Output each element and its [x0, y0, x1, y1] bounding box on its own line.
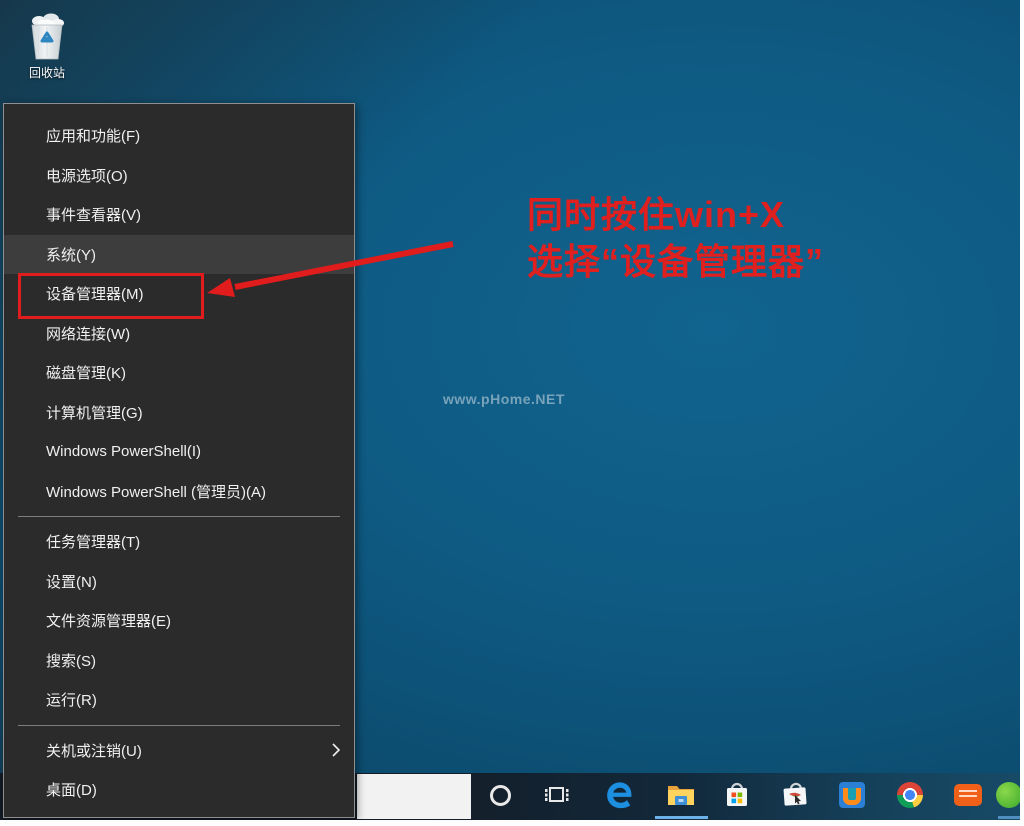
cortana-search-icon[interactable]	[484, 773, 516, 817]
menu-item-task-manager[interactable]: 任务管理器(T)	[4, 522, 354, 562]
menu-item-power-options[interactable]: 电源选项(O)	[4, 156, 354, 196]
recycle-bin-icon	[25, 12, 69, 62]
green-app-active-underline	[998, 816, 1020, 819]
menu-item-computer-management[interactable]: 计算机管理(G)	[4, 393, 354, 433]
task-view-icon[interactable]	[541, 773, 573, 817]
menu-item-desktop[interactable]: 桌面(D)	[4, 770, 354, 810]
file-explorer-icon[interactable]	[665, 773, 697, 817]
menu-item-disk-management[interactable]: 磁盘管理(K)	[4, 353, 354, 393]
orange-media-app-icon[interactable]	[952, 773, 984, 817]
annotation-line1: 同时按住win+X	[527, 191, 824, 238]
menu-item-windows-powershell[interactable]: Windows PowerShell(I)	[4, 432, 354, 472]
taskbar-search-input[interactable]	[357, 774, 471, 819]
green-app-icon[interactable]	[993, 773, 1020, 817]
winx-context-menu: 应用和功能(F)电源选项(O)事件查看器(V)系统(Y)设备管理器(M)网络连接…	[3, 103, 355, 818]
menu-item-run[interactable]: 运行(R)	[4, 680, 354, 720]
menu-separator	[18, 516, 340, 517]
menu-item-search[interactable]: 搜索(S)	[4, 641, 354, 681]
app-store-bag-icon[interactable]	[779, 773, 811, 817]
menu-item-apps-and-features[interactable]: 应用和功能(F)	[4, 116, 354, 156]
edge-browser-icon[interactable]	[603, 773, 635, 817]
recycle-bin[interactable]: 回收站	[16, 12, 78, 81]
menu-item-settings[interactable]: 设置(N)	[4, 562, 354, 602]
desktop: 回收站 应用和功能(F)电源选项(O)事件查看器(V)系统(Y)设备管理器(M)…	[0, 0, 1020, 820]
menu-item-event-viewer[interactable]: 事件查看器(V)	[4, 195, 354, 235]
screenshot-frame: 回收站 应用和功能(F)电源选项(O)事件查看器(V)系统(Y)设备管理器(M)…	[0, 0, 1024, 826]
chevron-right-icon	[331, 742, 341, 758]
menu-item-file-explorer[interactable]: 文件资源管理器(E)	[4, 601, 354, 641]
file-explorer-active-underline	[655, 816, 708, 819]
menu-item-network-connections[interactable]: 网络连接(W)	[4, 314, 354, 354]
watermark: www.pHome.NET	[443, 391, 565, 407]
recycle-bin-label: 回收站	[16, 64, 78, 81]
annotation-line2: 选择“设备管理器”	[527, 238, 824, 285]
chrome-browser-icon[interactable]	[894, 773, 926, 817]
blue-orange-app-icon[interactable]	[836, 773, 868, 817]
annotation-text: 同时按住win+X 选择“设备管理器”	[527, 191, 824, 285]
microsoft-store-icon[interactable]	[721, 773, 753, 817]
menu-separator	[18, 725, 340, 726]
menu-item-windows-powershell-admin[interactable]: Windows PowerShell (管理员)(A)	[4, 472, 354, 512]
menu-item-shut-down-or-sign-out[interactable]: 关机或注销(U)	[4, 731, 354, 771]
annotation-arrow	[195, 232, 465, 302]
